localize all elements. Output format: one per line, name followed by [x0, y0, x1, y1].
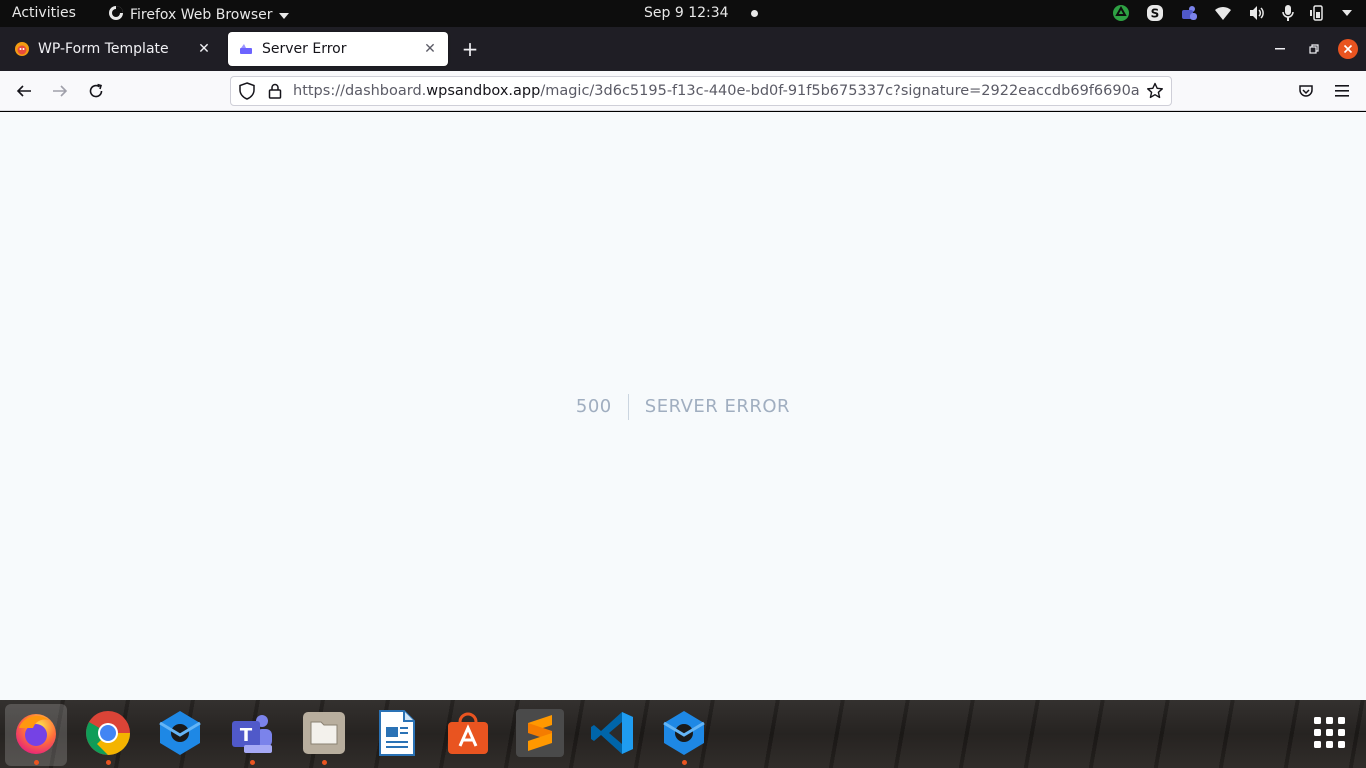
vscode-icon [589, 710, 635, 760]
teams-tray-icon[interactable] [1180, 4, 1198, 22]
show-applications-button[interactable] [1299, 704, 1361, 766]
dock-chrome[interactable] [77, 704, 139, 766]
navigation-toolbar: https://dashboard.wpsandbox.app/magic/3d… [0, 71, 1366, 111]
app-menu[interactable]: Firefox Web Browser [108, 5, 289, 25]
dock-app-hub-2[interactable] [653, 704, 715, 766]
running-indicator [105, 760, 111, 765]
running-indicator [681, 760, 687, 765]
wifi-icon[interactable] [1214, 5, 1232, 21]
forward-button[interactable] [48, 79, 72, 103]
url-path: /magic/3d6c5195-f13c-440e-bd0f-91f5b6753… [540, 83, 1139, 99]
chevron-down-icon [278, 7, 289, 23]
power-menu-chevron-icon[interactable] [1342, 10, 1352, 16]
teams-preview-icon: T [228, 709, 276, 761]
running-indicator [321, 760, 327, 765]
tracking-protection-shield-icon[interactable] [237, 81, 257, 101]
microphone-icon[interactable] [1282, 4, 1294, 22]
app-grid-icon [1314, 717, 1346, 753]
new-tab-button[interactable]: + [458, 37, 482, 61]
dock-vscode[interactable] [581, 704, 643, 766]
clock[interactable]: Sep 9 12:34 [644, 5, 758, 21]
maximize-button[interactable] [1304, 37, 1324, 61]
recycle-icon[interactable] [1112, 4, 1130, 22]
dock-teams-preview[interactable]: T [221, 704, 283, 766]
firefox-small-icon [108, 5, 124, 25]
chrome-icon [84, 709, 132, 761]
tab-title: Server Error [262, 41, 347, 57]
error-message: SERVER ERROR [644, 396, 791, 417]
firefox-icon [13, 710, 59, 760]
svg-text:S: S [1151, 7, 1160, 21]
libreoffice-writer-icon [376, 709, 416, 761]
software-center-icon [445, 710, 491, 760]
wpsandbox-favicon-icon [238, 41, 254, 57]
dock-libreoffice-writer[interactable] [365, 704, 427, 766]
running-indicator [33, 760, 39, 765]
skype-icon[interactable]: S [1146, 4, 1164, 22]
activities-button[interactable]: Activities [12, 5, 76, 21]
url-bar[interactable]: https://dashboard.wpsandbox.app/magic/3d… [230, 76, 1172, 106]
battery-phone-icon[interactable] [1310, 4, 1326, 22]
wp-form-favicon-icon [14, 41, 30, 57]
close-window-button[interactable] [1338, 37, 1358, 61]
dock-software-center[interactable] [437, 704, 499, 766]
running-indicator [249, 760, 255, 765]
svg-text:T: T [240, 725, 253, 746]
tab-wp-form-template[interactable]: WP-Form Template ✕ [4, 32, 222, 66]
error-code: 500 [576, 394, 629, 420]
back-button[interactable] [12, 79, 36, 103]
files-icon [301, 710, 347, 760]
minimize-button[interactable] [1270, 37, 1290, 61]
top-bar: Activities Firefox Web Browser Sep 9 12:… [0, 0, 1366, 27]
app-hub-icon-2 [659, 708, 709, 762]
url-text[interactable]: https://dashboard.wpsandbox.app/magic/3d… [293, 83, 1139, 99]
dock: T [0, 700, 1366, 768]
dock-sublime-text[interactable] [509, 704, 571, 766]
reload-button[interactable] [84, 79, 108, 103]
volume-icon[interactable] [1248, 5, 1266, 21]
page-content: 500 SERVER ERROR [0, 112, 1366, 700]
dock-firefox[interactable] [5, 704, 67, 766]
sublime-text-icon [516, 709, 564, 761]
close-tab-icon[interactable]: ✕ [196, 41, 212, 57]
error-message-block: 500 SERVER ERROR [0, 394, 1366, 420]
url-prefix: https://dashboard. [293, 83, 427, 99]
dock-files[interactable] [293, 704, 355, 766]
url-host: wpsandbox.app [426, 83, 541, 99]
dock-app-hub[interactable] [149, 704, 211, 766]
notification-dot-icon [750, 9, 758, 17]
clock-label: Sep 9 12:34 [644, 5, 729, 21]
app-menu-label: Firefox Web Browser [130, 7, 273, 23]
lock-icon[interactable] [265, 81, 285, 101]
tab-title: WP-Form Template [38, 41, 169, 57]
system-tray: S [1112, 3, 1352, 23]
bookmark-star-icon[interactable] [1145, 81, 1165, 101]
app-hub-icon [155, 708, 205, 762]
tab-strip: WP-Form Template ✕ Server Error ✕ + [0, 27, 1366, 71]
close-tab-icon[interactable]: ✕ [422, 41, 438, 57]
pocket-button[interactable] [1294, 79, 1318, 103]
tab-server-error[interactable]: Server Error ✕ [228, 32, 448, 66]
hamburger-menu-button[interactable] [1330, 79, 1354, 103]
